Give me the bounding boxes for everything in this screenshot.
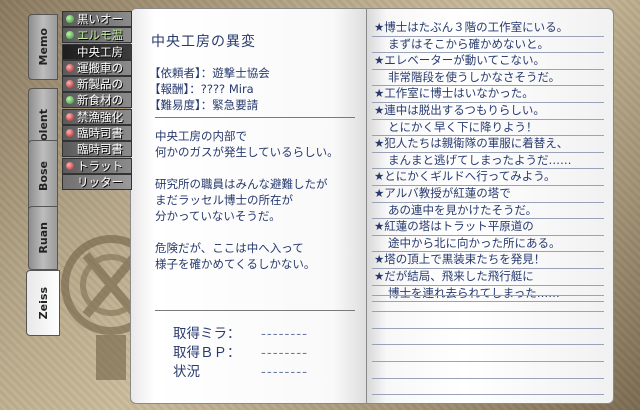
quest-description: 中央工房の内部で 何かのガスが発生しているらしい。 研究所の職員はみんな避難した… <box>155 129 339 271</box>
quest-list-item[interactable]: 運搬車の <box>62 59 132 76</box>
note-line: ★塔の頂上で黒装束たちを発見！ <box>372 252 604 269</box>
note-line: あの連中を見かけたそうだ。 <box>372 203 604 220</box>
divider <box>155 117 355 118</box>
info-label: 【依頼者】 <box>149 66 201 80</box>
status-marker-icon <box>66 129 74 138</box>
note-line: ★工作室に博士はいなかった。 <box>372 86 604 103</box>
note-line: 非常階段を使うしかなさそうだ。 <box>372 70 604 87</box>
note-line: まんまと逃げてしまったようだ…… <box>372 153 604 170</box>
status-marker-icon <box>66 15 74 23</box>
quest-list-item[interactable]: 臨時司書 <box>62 141 132 158</box>
progress-notes: ★博士はたぶん３階の工作室にいる。 まずはそこから確かめないと。 ★エレベーター… <box>372 20 604 303</box>
note-line: ★博士はたぶん３階の工作室にいる。 <box>372 20 604 37</box>
empty-ruled-lines <box>372 279 604 396</box>
quest-rewards: 取得ミラ： -------- 取得ＢＰ： -------- 状況 -------- <box>173 325 308 382</box>
status-label: 状況 <box>173 364 200 380</box>
note-line: とにかく早く下に降りよう！ <box>372 120 604 137</box>
tab-memo[interactable]: Memo <box>28 14 58 80</box>
bp-label: 取得ＢＰ： <box>173 345 241 361</box>
quest-title: 中央工房の異変 <box>151 34 256 50</box>
quest-list-item[interactable]: 新製品の <box>62 76 132 93</box>
quest-info: 【依頼者】：遊撃士協会 【報酬】：???? Mira 【難易度】：緊急要請 <box>149 65 270 113</box>
notebook-left-page: 中央工房の異変 【依頼者】：遊撃士協会 【報酬】：???? Mira 【難易度】… <box>130 8 370 404</box>
note-line: 途中から北に向かった所にある。 <box>372 236 604 253</box>
category-tabs: Memo Rolent Bose Ruan Zeiss <box>26 12 60 392</box>
note-line: ★犯人たちは親衛隊の軍服に着替え、 <box>372 136 604 153</box>
bp-value: -------- <box>261 345 308 361</box>
quest-list-item[interactable]: トラット <box>62 157 132 174</box>
status-marker-icon <box>66 112 74 121</box>
client-value: ：遊撃士協会 <box>200 66 270 80</box>
note-line: まずはそこから確かめないと。 <box>372 37 604 54</box>
quest-list: 黒いオー エルモ温 中央工房 運搬車の 新製品の 新食材の 禁漁強化 臨時司書 … <box>62 11 132 190</box>
quest-notebook: 中央工房の異変 【依頼者】：遊撃士協会 【報酬】：???? Mira 【難易度】… <box>130 8 614 404</box>
note-line: ★とにかくギルドへ行ってみよう。 <box>372 169 604 186</box>
quest-list-item[interactable]: 新食材の <box>62 92 132 109</box>
status-marker-icon <box>66 161 74 170</box>
divider <box>155 310 355 311</box>
status-marker-icon <box>66 80 74 89</box>
quest-list-item-selected[interactable]: 中央工房 <box>62 43 132 60</box>
quest-list-item[interactable]: リッター <box>62 173 132 190</box>
tab-zeiss[interactable]: Zeiss <box>26 270 60 336</box>
difficulty-value: ：緊急要請 <box>200 98 259 112</box>
status-marker-icon <box>66 96 74 105</box>
mira-label: 取得ミラ： <box>173 326 241 342</box>
status-marker-icon <box>66 63 74 72</box>
note-line: ★エレベーターが動いてこない。 <box>372 53 604 70</box>
quest-list-item[interactable]: 黒いオー <box>62 11 132 27</box>
status-marker-icon <box>66 31 74 40</box>
quest-list-item[interactable]: エルモ温 <box>62 27 132 44</box>
note-line: ★紅蓮の塔はトラット平原道の <box>372 219 604 236</box>
quest-list-item[interactable]: 臨時司書 <box>62 125 132 142</box>
note-line: ★連中は脱出するつもりらしい。 <box>372 103 604 120</box>
info-label: 【難易度】 <box>149 98 201 112</box>
note-line: ★アルバ教授が紅蓮の塔で <box>372 186 604 203</box>
status-value: -------- <box>261 364 308 380</box>
tab-bose[interactable]: Bose <box>28 140 58 212</box>
quest-list-item[interactable]: 禁漁強化 <box>62 108 132 125</box>
tab-ruan[interactable]: Ruan <box>28 206 58 270</box>
reward-value: ：???? Mira <box>189 82 254 96</box>
mira-value: -------- <box>261 326 308 342</box>
info-label: 【報酬】 <box>149 82 190 96</box>
